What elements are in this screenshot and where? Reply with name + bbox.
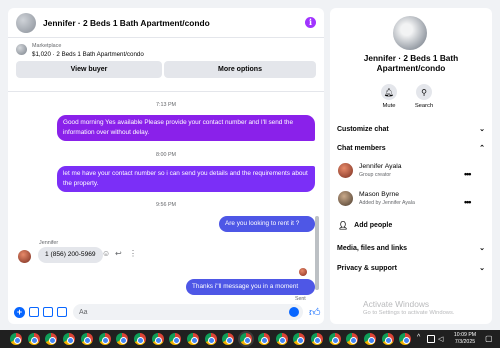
avatar[interactable] xyxy=(18,250,31,263)
chrome-icon[interactable] xyxy=(310,333,323,345)
notification-icon[interactable]: ▢ xyxy=(485,334,493,343)
more-icon[interactable]: ••• xyxy=(464,198,472,207)
chat-panel: Jennifer · 2 Beds 1 Bath Apartment/condo… xyxy=(8,8,324,324)
chrome-icon[interactable] xyxy=(27,333,40,345)
chevron-down-icon: ⌄ xyxy=(479,265,485,272)
reply-icon[interactable]: ↩ xyxy=(115,249,122,259)
chrome-icon[interactable] xyxy=(381,333,394,345)
chrome-icon[interactable] xyxy=(63,333,76,345)
network-icon[interactable] xyxy=(427,335,435,343)
info-title: Jennifer · 2 Beds 1 Bath Apartment/condo xyxy=(363,53,459,73)
clock-time: 10:09 PM xyxy=(453,332,477,338)
marketplace-card: Marketplace $1,020 · 2 Beds 1 Bath Apart… xyxy=(8,40,324,92)
customize-chat-row[interactable]: Customize chat ⌄ xyxy=(337,125,485,134)
member-name[interactable]: Jennifer Ayala xyxy=(359,163,402,170)
chevron-down-icon: ⌄ xyxy=(479,245,485,252)
chevron-down-icon: ⌄ xyxy=(479,126,485,133)
chrome-icon[interactable] xyxy=(80,333,93,345)
search-label: Search xyxy=(414,103,434,109)
gif-icon[interactable] xyxy=(57,307,67,317)
chrome-icon[interactable] xyxy=(275,333,288,345)
emoji-icon[interactable] xyxy=(289,307,299,317)
group-avatar[interactable] xyxy=(393,16,427,50)
add-person-icon: 👤︎ xyxy=(338,221,349,230)
composer-placeholder: Aa xyxy=(79,308,88,316)
chat-header: Jennifer · 2 Beds 1 Bath Apartment/condo… xyxy=(8,8,324,38)
member-role: Added by Jennifer Ayala xyxy=(359,200,415,206)
marketplace-label: Marketplace xyxy=(32,43,62,49)
message-list: 7:13 PM Good morning Yes available Pleas… xyxy=(8,94,324,302)
chrome-icon[interactable] xyxy=(257,333,270,345)
listing-thumbnail[interactable] xyxy=(16,44,27,55)
more-icon[interactable]: ⋮ xyxy=(129,249,137,259)
chrome-icon[interactable] xyxy=(364,333,376,345)
chrome-icon[interactable] xyxy=(98,333,111,345)
timestamp: 7:13 PM xyxy=(155,102,177,108)
clock-date: 7/3/2025 xyxy=(454,339,476,345)
chat-info-panel: Jennifer · 2 Beds 1 Bath Apartment/condo… xyxy=(330,8,492,324)
chevron-up-icon: ⌃ xyxy=(479,145,485,152)
chrome-icon[interactable] xyxy=(240,333,253,345)
message-composer: + Aa 👍︎ xyxy=(8,300,324,324)
add-people-label: Add people xyxy=(354,222,393,229)
chat-title[interactable]: Jennifer · 2 Beds 1 Bath Apartment/condo xyxy=(43,18,210,28)
mute-label: Mute xyxy=(382,103,396,109)
chevron-up-icon[interactable]: ^ xyxy=(417,334,420,341)
avatar[interactable] xyxy=(338,163,353,178)
chrome-icon[interactable] xyxy=(328,333,341,345)
avatar[interactable] xyxy=(338,191,353,206)
chrome-icon[interactable] xyxy=(151,333,164,345)
react-icon[interactable]: ☺ xyxy=(102,249,110,259)
message-bubble[interactable]: Thanks i''ll message you in a moment xyxy=(186,279,315,295)
clock[interactable]: 10:09 PM 7/3/2025 xyxy=(451,332,479,346)
message-input[interactable]: Aa xyxy=(73,304,303,320)
chrome-icon[interactable] xyxy=(133,333,146,345)
message-bubble[interactable]: Are you looking to rent it ? xyxy=(219,216,315,232)
chat-thumbnail[interactable] xyxy=(16,12,36,33)
volume-icon[interactable]: ◁ xyxy=(438,335,446,343)
plus-icon[interactable]: + xyxy=(14,306,25,318)
more-icon[interactable]: ••• xyxy=(464,170,472,179)
view-buyer-button[interactable]: View buyer xyxy=(16,61,162,78)
member-name[interactable]: Mason Byrne xyxy=(359,191,399,198)
incoming-message-bubble[interactable]: 1 (856) 200-5969 xyxy=(38,247,103,263)
timestamp: 9:56 PM xyxy=(155,202,177,208)
customize-chat-label: Customize chat xyxy=(337,125,389,133)
photo-icon[interactable] xyxy=(29,307,39,317)
member-role: Group creator xyxy=(359,172,392,178)
bell-icon[interactable]: 🔔︎ xyxy=(381,84,397,100)
sender-label: Jennifer xyxy=(39,240,59,246)
media-row[interactable]: Media, files and links ⌄ xyxy=(337,244,485,253)
sticker-icon[interactable] xyxy=(43,307,53,317)
chrome-icon[interactable] xyxy=(204,333,217,345)
listing-summary[interactable]: $1,020 · 2 Beds 1 Bath Apartment/condo xyxy=(32,51,144,58)
chrome-icon[interactable] xyxy=(187,333,199,345)
seen-avatar-icon xyxy=(299,268,307,276)
thumbs-up-icon[interactable]: 👍︎ xyxy=(309,306,321,319)
more-options-button[interactable]: More options xyxy=(164,61,316,78)
activate-windows-title: Activate Windows xyxy=(363,299,430,309)
privacy-row[interactable]: Privacy & support ⌄ xyxy=(337,264,485,273)
info-icon[interactable]: i xyxy=(305,17,316,28)
privacy-label: Privacy & support xyxy=(337,264,397,272)
timestamp: 8:00 PM xyxy=(155,152,177,158)
add-people-button[interactable]: 👤︎ Add people xyxy=(338,221,392,230)
chat-members-row[interactable]: Chat members ⌃ xyxy=(337,144,485,153)
activate-windows-subtitle: Go to Settings to activate Windows. xyxy=(363,310,455,316)
message-bubble[interactable]: Good morning Yes available Please provid… xyxy=(57,115,315,141)
search-icon[interactable]: ⚲ xyxy=(416,84,432,100)
message-bubble[interactable]: let me have your contact number so i can… xyxy=(57,166,315,192)
scrollbar[interactable] xyxy=(315,216,319,290)
media-label: Media, files and links xyxy=(337,244,408,252)
chat-members-label: Chat members xyxy=(337,144,386,152)
chrome-icon[interactable] xyxy=(10,333,22,345)
